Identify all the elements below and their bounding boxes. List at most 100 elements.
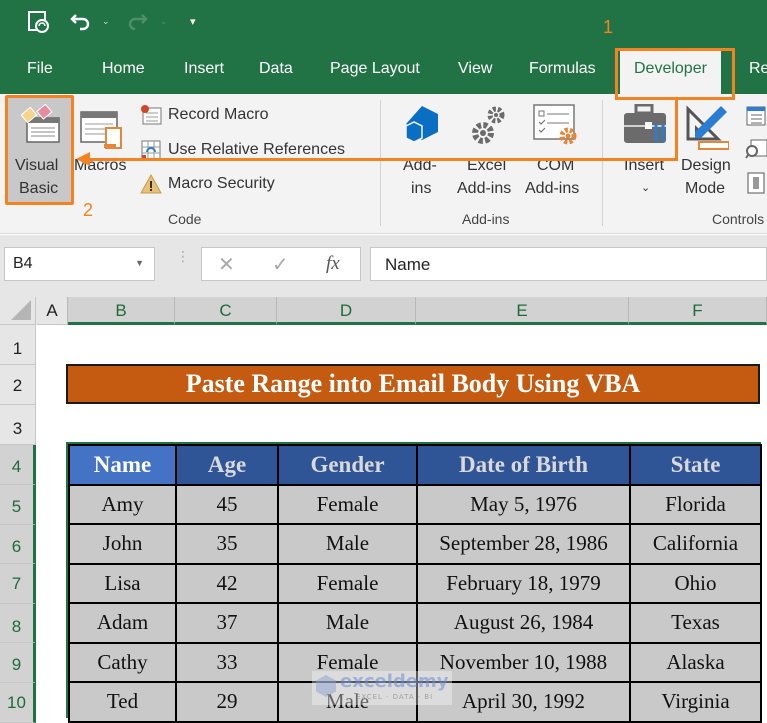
select-all-button[interactable] [0,297,36,325]
formula-buttons: ✕ ✓ fx [201,247,361,281]
table-header-row: Name Age Gender Date of Birth State [68,444,762,486]
name-box[interactable]: B4 ▼ [4,247,155,281]
name-box-dropdown-icon[interactable]: ▼ [135,258,144,268]
column-header-f[interactable]: F [629,297,767,325]
cell-state[interactable]: California [629,523,762,565]
cell-age[interactable]: 33 [175,641,279,683]
com-add-ins-icon[interactable] [533,104,579,148]
customize-qat-icon[interactable]: ▾ [190,15,196,28]
table-row: Adam 37 Male August 26, 1984 Texas [68,602,762,644]
column-header-a[interactable]: A [37,297,68,325]
cell-date-of-birth[interactable]: May 5, 1976 [416,483,631,525]
column-header-d[interactable]: D [277,297,416,325]
cancel-icon[interactable]: ✕ [218,252,235,276]
column-header-e[interactable]: E [416,297,629,325]
relative-references-icon [140,140,162,160]
macro-security-label: Macro Security [168,175,275,192]
watermark-subtext: EXCEL · DATA · BI [356,693,434,701]
undo-icon[interactable] [70,10,92,32]
cell-age[interactable]: 35 [175,523,279,565]
column-header-b[interactable]: B [68,297,175,325]
header-cell-age[interactable]: Age [175,444,279,486]
cell-age[interactable]: 45 [175,483,279,525]
design-mode-icon[interactable] [685,103,729,151]
row-header-3[interactable]: 3 [0,405,36,445]
tab-developer[interactable]: Developer [620,50,721,94]
visual-basic-label-2: Basic [19,180,59,197]
header-cell-state[interactable]: State [629,444,762,486]
header-cell-date-of-birth[interactable]: Date of Birth [416,444,631,486]
insert-controls-icon[interactable] [623,104,669,146]
row-header-9[interactable]: 9 [0,643,36,683]
tab-view[interactable]: View [458,60,492,78]
cell-state[interactable]: Alaska [629,641,762,683]
table-row: Amy 45 Female May 5, 1976 Florida [68,483,762,525]
formula-input[interactable]: Name [370,247,767,281]
cell-state[interactable]: Texas [629,602,762,644]
cell-name[interactable]: Adam [68,602,177,644]
cell-date-of-birth[interactable]: August 26, 1984 [416,602,631,644]
tab-review[interactable]: Re [749,60,767,78]
add-ins-group-label: Add-ins [462,211,510,227]
redo-icon [128,14,148,31]
cell-state[interactable]: Ohio [629,562,762,604]
annotation-box-right [732,48,735,99]
cell-age[interactable]: 37 [175,602,279,644]
step-2-label: 2 [83,200,94,220]
ribbon-tabs: File Home Insert Data Page Layout View F… [0,46,767,94]
cell-name[interactable]: John [68,523,177,565]
sheet-title[interactable]: Paste Range into Email Body Using VBA [66,364,760,404]
row-header-1[interactable]: 1 [0,325,36,365]
enter-icon[interactable]: ✓ [272,252,289,276]
cell-gender[interactable]: Female [277,562,418,604]
macro-security-button[interactable]: Macro Security [140,172,275,196]
view-code-icon[interactable] [745,138,767,160]
header-cell-gender[interactable]: Gender [277,444,418,486]
ribbon-separator [380,100,381,226]
row-header-2[interactable]: 2 [0,365,36,405]
cell-state[interactable]: Virginia [629,681,762,723]
excel-add-ins-icon[interactable] [467,103,507,149]
formula-bar-grip-icon: ⋮ [176,249,190,265]
cell-name[interactable]: Lisa [68,562,177,604]
cell-age[interactable]: 42 [175,562,279,604]
column-header-c[interactable]: C [175,297,277,325]
cell-name[interactable]: Ted [68,681,177,723]
record-macro-button[interactable]: Record Macro [140,103,268,127]
cell-name[interactable]: Amy [68,483,177,525]
run-dialog-icon[interactable] [747,172,767,194]
cell-gender[interactable]: Male [277,523,418,565]
properties-icon[interactable] [745,105,767,127]
row-header-4[interactable]: 4 [0,445,36,485]
header-cell-name[interactable]: Name [68,444,177,486]
row-header-6[interactable]: 6 [0,525,36,564]
tab-page-layout[interactable]: Page Layout [330,60,420,78]
cell-state[interactable]: Florida [629,483,762,525]
row-header-10[interactable]: 10 [0,683,36,723]
autosave-icon[interactable] [27,10,51,34]
cell-age[interactable]: 29 [175,681,279,723]
tab-insert[interactable]: Insert [184,60,224,78]
watermark-text: exceldemy [340,671,449,692]
annotation-arrow-horizontal [86,158,678,161]
cell-gender[interactable]: Female [277,483,418,525]
macros-icon[interactable] [80,108,124,150]
cell-date-of-birth[interactable]: February 18, 1979 [416,562,631,604]
row-header-5[interactable]: 5 [0,485,36,525]
tab-file[interactable]: File [27,60,53,78]
insert-function-icon[interactable]: fx [326,253,340,275]
cell-date-of-birth[interactable]: September 28, 1986 [416,523,631,565]
cell-gender[interactable]: Male [277,602,418,644]
insert-dropdown-icon[interactable]: ⌄ [641,177,650,200]
add-ins-icon[interactable] [402,104,442,144]
row-header-7[interactable]: 7 [0,564,36,604]
redo-dropdown-icon: ⌄ [160,17,168,27]
tab-data[interactable]: Data [259,60,293,78]
tab-home[interactable]: Home [102,60,145,78]
cell-name[interactable]: Cathy [68,641,177,683]
row-header-8[interactable]: 8 [0,604,36,643]
watermark-logo-icon [316,675,336,697]
watermark: exceldemy EXCEL · DATA · BI [312,671,452,705]
undo-dropdown-icon[interactable]: ⌄ [102,17,110,27]
tab-formulas[interactable]: Formulas [529,60,596,78]
